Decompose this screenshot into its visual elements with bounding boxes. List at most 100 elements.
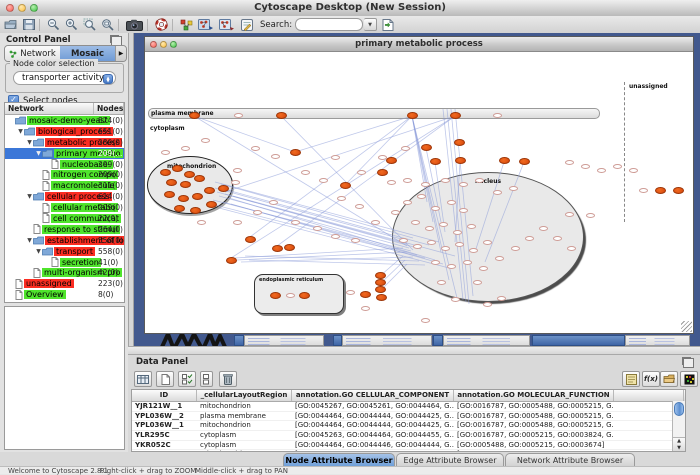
network-node[interactable] bbox=[427, 240, 436, 245]
network-node[interactable] bbox=[639, 188, 648, 193]
network-node-selected[interactable] bbox=[194, 175, 205, 182]
network-window-titlebar[interactable]: primary metabolic process bbox=[145, 37, 693, 52]
background-window-edge[interactable] bbox=[234, 335, 244, 346]
network-node-selected[interactable] bbox=[160, 169, 171, 176]
tree-row[interactable]: ▼establishment of lo558(0) bbox=[5, 235, 124, 246]
network-node[interactable] bbox=[629, 168, 638, 173]
network-node-selected[interactable] bbox=[189, 112, 200, 119]
network-node[interactable] bbox=[355, 204, 364, 209]
network-node[interactable] bbox=[233, 220, 242, 225]
tree-row[interactable]: ▼primary metabo209(... bbox=[5, 148, 124, 159]
zoom-out-icon[interactable] bbox=[46, 18, 61, 32]
tab-node-attribute-browser[interactable]: Node Attribute Browser bbox=[283, 453, 395, 466]
network-node[interactable] bbox=[565, 212, 574, 217]
background-window-edge[interactable] bbox=[433, 335, 443, 346]
network-node-selected[interactable] bbox=[655, 187, 666, 194]
network-node[interactable] bbox=[421, 318, 430, 323]
network-node[interactable] bbox=[439, 222, 448, 227]
background-window-edge[interactable] bbox=[333, 335, 342, 346]
create-attribute-icon[interactable] bbox=[156, 371, 174, 387]
network-node-selected[interactable] bbox=[340, 182, 351, 189]
network-node[interactable] bbox=[403, 178, 412, 183]
tree-row[interactable]: Overview8(0) bbox=[5, 289, 124, 300]
network-node[interactable] bbox=[525, 236, 534, 241]
column-header[interactable]: annotation.GO CELLULAR_COMPONENT bbox=[292, 390, 454, 401]
network-node-selected[interactable] bbox=[204, 187, 215, 194]
attribute-editor-icon[interactable] bbox=[622, 371, 640, 387]
network-node-selected[interactable] bbox=[375, 286, 386, 293]
zoom-in-icon[interactable] bbox=[64, 18, 79, 32]
network-node[interactable] bbox=[539, 226, 548, 231]
save-session-icon[interactable] bbox=[21, 18, 36, 32]
network-node-selected[interactable] bbox=[375, 272, 386, 279]
tree-row[interactable]: ▼biological_process651(0) bbox=[5, 126, 124, 137]
network-node-selected[interactable] bbox=[272, 245, 283, 252]
network-node[interactable] bbox=[475, 178, 484, 183]
select-attributes-icon[interactable] bbox=[134, 371, 152, 387]
network-node[interactable] bbox=[251, 146, 260, 151]
network-node-selected[interactable] bbox=[184, 171, 195, 178]
node-color-combobox[interactable]: transporter activity ▲▼ bbox=[13, 71, 116, 85]
network-node[interactable] bbox=[361, 306, 370, 311]
expand-arrow-icon[interactable]: ▼ bbox=[26, 193, 33, 200]
tab-edge-attribute-browser[interactable]: Edge Attribute Browser bbox=[396, 453, 504, 466]
column-header[interactable]: annotation.GO MOLECULAR_FUNCTION bbox=[454, 390, 614, 401]
network-node[interactable] bbox=[413, 244, 422, 249]
network-node-selected[interactable] bbox=[190, 207, 201, 214]
table-row[interactable]: YLR295Ccytoplasm[GO:0045263, GO:0044464,… bbox=[132, 431, 685, 441]
expand-arrow-icon[interactable]: ▼ bbox=[35, 248, 42, 255]
snapshot-camera-icon[interactable] bbox=[125, 18, 144, 32]
zoom-selected-icon[interactable] bbox=[82, 18, 97, 32]
network-node[interactable] bbox=[483, 302, 492, 307]
duplicate-network-icon[interactable] bbox=[218, 18, 236, 32]
network-node-selected[interactable] bbox=[172, 165, 183, 172]
network-node[interactable] bbox=[586, 213, 595, 218]
tab-network-attribute-browser[interactable]: Network Attribute Browser bbox=[505, 453, 635, 466]
network-node[interactable] bbox=[479, 266, 488, 271]
network-node[interactable] bbox=[437, 280, 446, 285]
background-window-fragment[interactable] bbox=[443, 335, 530, 346]
background-window-titlebar[interactable] bbox=[532, 335, 625, 346]
network-node-selected[interactable] bbox=[407, 112, 418, 119]
network-node-selected[interactable] bbox=[386, 157, 397, 164]
network-node[interactable] bbox=[421, 182, 430, 187]
network-node[interactable] bbox=[271, 154, 280, 159]
network-node-selected[interactable] bbox=[284, 244, 295, 251]
network-node[interactable] bbox=[451, 297, 460, 302]
heatmap-icon[interactable] bbox=[680, 371, 698, 387]
network-node[interactable] bbox=[161, 150, 170, 155]
network-node[interactable] bbox=[399, 238, 408, 243]
network-node[interactable] bbox=[313, 226, 322, 231]
network-node-selected[interactable] bbox=[360, 291, 371, 298]
network-canvas[interactable]: plasma membrane cytoplasm mitochondrion … bbox=[145, 52, 693, 333]
network-node-selected[interactable] bbox=[375, 279, 386, 286]
network-node-selected[interactable] bbox=[218, 185, 229, 192]
network-node-selected[interactable] bbox=[455, 157, 466, 164]
network-node-selected[interactable] bbox=[299, 292, 310, 299]
tree-row[interactable]: ▼transport558(0) bbox=[5, 246, 124, 257]
tree-row[interactable]: secretion41(0) bbox=[5, 257, 124, 268]
network-node[interactable] bbox=[473, 280, 482, 285]
tree-row[interactable]: nitrogen compo209(0) bbox=[5, 169, 124, 180]
tree-col-nodes[interactable]: Nodes bbox=[94, 103, 124, 114]
tree-row[interactable]: response to stimul264(0) bbox=[5, 224, 124, 235]
help-lifesaver-icon[interactable] bbox=[154, 18, 169, 32]
scrollbar-arrows-icon[interactable]: ▲▼ bbox=[673, 437, 685, 452]
network-node[interactable] bbox=[495, 256, 504, 261]
network-node[interactable] bbox=[469, 248, 478, 253]
network-node[interactable] bbox=[553, 236, 562, 241]
network-node-selected[interactable] bbox=[454, 139, 465, 146]
table-row[interactable]: YJR121W__1mitochondrion[GO:0045267, GO:0… bbox=[132, 402, 685, 412]
table-row[interactable]: YKR052Ccytoplasm[GO:0044464, GO:0044446,… bbox=[132, 441, 685, 451]
column-header[interactable] bbox=[614, 390, 684, 401]
network-node[interactable] bbox=[301, 170, 310, 175]
network-node[interactable] bbox=[581, 164, 590, 169]
network-node[interactable] bbox=[197, 220, 206, 225]
expand-arrow-icon[interactable]: ▼ bbox=[26, 139, 33, 146]
network-node-selected[interactable] bbox=[206, 201, 217, 208]
network-node-selected[interactable] bbox=[192, 193, 203, 200]
network-node[interactable] bbox=[387, 180, 396, 185]
network-node-selected[interactable] bbox=[226, 257, 237, 264]
network-node[interactable] bbox=[565, 160, 574, 165]
tree-col-network[interactable]: Network bbox=[5, 103, 94, 114]
